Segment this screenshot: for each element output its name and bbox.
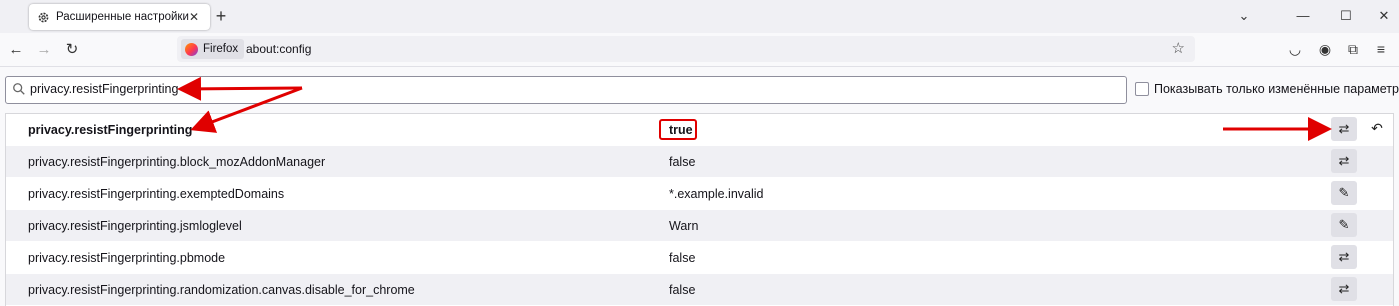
value-highlight-box xyxy=(659,119,697,140)
toggle-button[interactable]: ⇄ xyxy=(1331,149,1357,173)
account-icon[interactable]: ◉ xyxy=(1316,40,1334,58)
toggle-icon: ⇄ xyxy=(1338,249,1350,264)
toggle-icon: ⇄ xyxy=(1338,281,1350,296)
back-icon[interactable]: ← xyxy=(7,41,25,59)
firefox-logo-icon xyxy=(185,42,198,56)
pref-value: false xyxy=(669,283,696,297)
pref-value: false xyxy=(669,251,696,265)
prefs-table: privacy.resistFingerprinting true ⇄ ↶ pr… xyxy=(5,113,1394,306)
table-row: privacy.resistFingerprinting true ⇄ ↶ xyxy=(6,114,1393,146)
toggle-button[interactable]: ⇄ xyxy=(1331,245,1357,269)
pref-value: false xyxy=(669,155,696,169)
table-row: privacy.resistFingerprinting.exemptedDom… xyxy=(6,178,1393,210)
identity-label: Firefox xyxy=(203,43,239,55)
pref-name: privacy.resistFingerprinting xyxy=(28,123,193,137)
search-input[interactable] xyxy=(30,79,1110,99)
tab-about-config[interactable]: Расширенные настройки ✕ xyxy=(29,4,210,30)
toggle-icon: ⇄ xyxy=(1338,121,1350,136)
toggle-icon: ⇄ xyxy=(1338,153,1350,168)
edit-button[interactable]: ✎ xyxy=(1331,181,1357,205)
search-icon xyxy=(13,83,25,95)
new-tab-icon[interactable]: + xyxy=(212,7,230,25)
pencil-icon: ✎ xyxy=(1338,217,1350,232)
table-row: privacy.resistFingerprinting.jsmloglevel… xyxy=(6,210,1393,242)
maximize-icon[interactable]: ☐ xyxy=(1336,7,1356,25)
gear-icon xyxy=(36,10,50,24)
nav-bar: ← → ↻ Firefox about:config ☆ ◡ ◉ ⧉ ≡ xyxy=(0,33,1399,67)
toggle-button[interactable]: ⇄ xyxy=(1331,277,1357,301)
url-bar[interactable]: Firefox about:config ☆ xyxy=(177,36,1195,62)
show-modified-checkbox[interactable] xyxy=(1135,82,1149,96)
pref-value: *.example.invalid xyxy=(669,187,764,201)
table-row: privacy.resistFingerprinting.pbmode fals… xyxy=(6,242,1393,274)
minimize-icon[interactable]: — xyxy=(1293,7,1313,25)
close-tab-icon[interactable]: ✕ xyxy=(186,9,202,25)
close-window-icon[interactable]: ✕ xyxy=(1374,7,1394,25)
show-modified-label: Показывать только изменённые параметры xyxy=(1154,82,1399,96)
pref-value: Warn xyxy=(669,219,699,233)
search-box xyxy=(5,76,1127,104)
menu-icon[interactable]: ≡ xyxy=(1372,40,1390,58)
bookmark-star-icon[interactable]: ☆ xyxy=(1172,39,1185,57)
identity-box[interactable]: Firefox xyxy=(181,39,245,59)
pref-name: privacy.resistFingerprinting.jsmloglevel xyxy=(28,219,242,233)
tab-title: Расширенные настройки xyxy=(56,11,189,23)
pref-name: privacy.resistFingerprinting.pbmode xyxy=(28,251,226,265)
extensions-icon[interactable]: ⧉ xyxy=(1344,40,1362,58)
pref-name: privacy.resistFingerprinting.exemptedDom… xyxy=(28,187,285,201)
tab-strip: Расширенные настройки ✕ + ⌄ — ☐ ✕ xyxy=(0,0,1399,33)
pencil-icon: ✎ xyxy=(1338,185,1350,200)
pocket-icon[interactable]: ◡ xyxy=(1286,40,1304,58)
undo-icon: ↶ xyxy=(1371,120,1383,136)
table-row: privacy.resistFingerprinting.randomizati… xyxy=(6,274,1393,306)
reset-button[interactable]: ↶ xyxy=(1369,120,1385,138)
pref-name: privacy.resistFingerprinting.randomizati… xyxy=(28,283,415,297)
toggle-button[interactable]: ⇄ xyxy=(1331,117,1357,141)
table-row: privacy.resistFingerprinting.block_mozAd… xyxy=(6,146,1393,178)
forward-icon[interactable]: → xyxy=(35,41,53,59)
list-all-tabs-icon[interactable]: ⌄ xyxy=(1234,7,1254,25)
url-text[interactable]: about:config xyxy=(246,42,311,56)
pref-name: privacy.resistFingerprinting.block_mozAd… xyxy=(28,155,326,169)
edit-button[interactable]: ✎ xyxy=(1331,213,1357,237)
reload-icon[interactable]: ↻ xyxy=(63,41,81,59)
